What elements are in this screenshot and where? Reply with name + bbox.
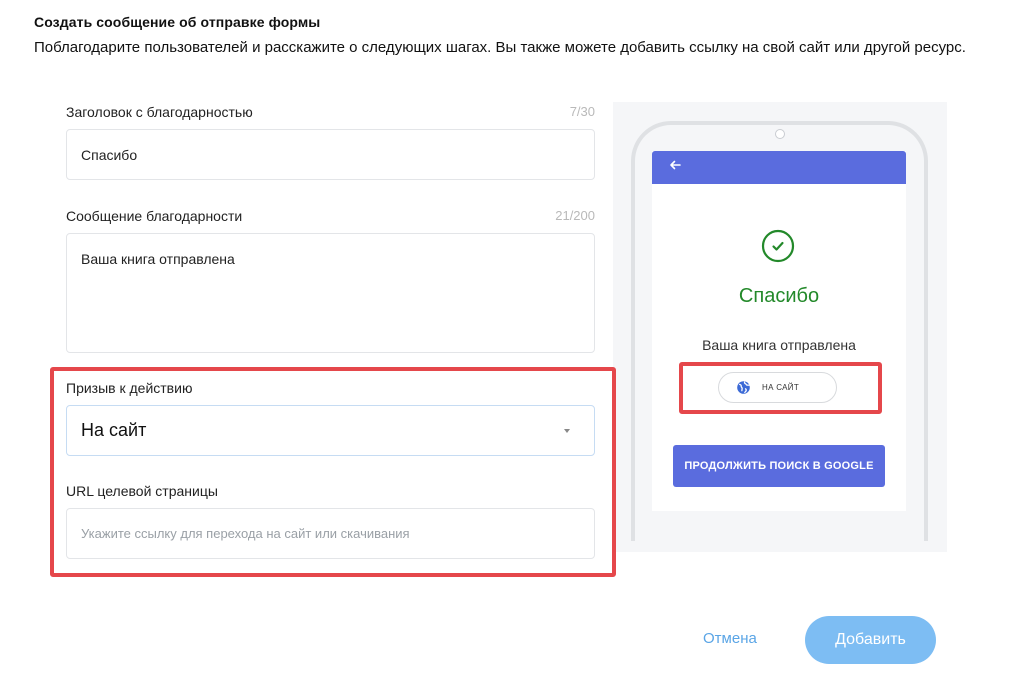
preview-cta-highlight-box: [679, 362, 882, 414]
thanks-title-input[interactable]: Спасибо: [66, 129, 595, 180]
add-button[interactable]: Добавить: [805, 616, 936, 664]
cta-highlight-box: [50, 367, 616, 577]
thanks-message-counter: 21/200: [555, 208, 595, 223]
phone-camera: [775, 129, 785, 139]
thanks-title-label: Заголовок с благодарностью: [66, 104, 253, 120]
cancel-button[interactable]: Отмена: [703, 630, 757, 647]
preview-title: Спасибо: [738, 285, 820, 307]
preview-message: Ваша книга отправлена: [702, 337, 856, 353]
thanks-message-label: Сообщение благодарности: [66, 208, 243, 224]
thanks-message-textarea[interactable]: Ваша книга отправлена: [66, 233, 595, 353]
continue-search-button: ПРОДОЛЖИТЬ ПОИСК В GOOGLE: [673, 445, 885, 487]
back-arrow-icon: [668, 158, 682, 176]
section-title: Создать сообщение об отправке формы: [34, 14, 321, 30]
section-description: Поблагодарите пользователей и расскажите…: [34, 39, 966, 56]
check-circle-icon: [761, 229, 795, 263]
thanks-title-value: Спасибо: [81, 146, 138, 163]
preview-top-bar: [652, 151, 906, 184]
thanks-message-value: Ваша книга отправлена: [81, 251, 235, 267]
thanks-title-counter: 7/30: [569, 104, 595, 119]
